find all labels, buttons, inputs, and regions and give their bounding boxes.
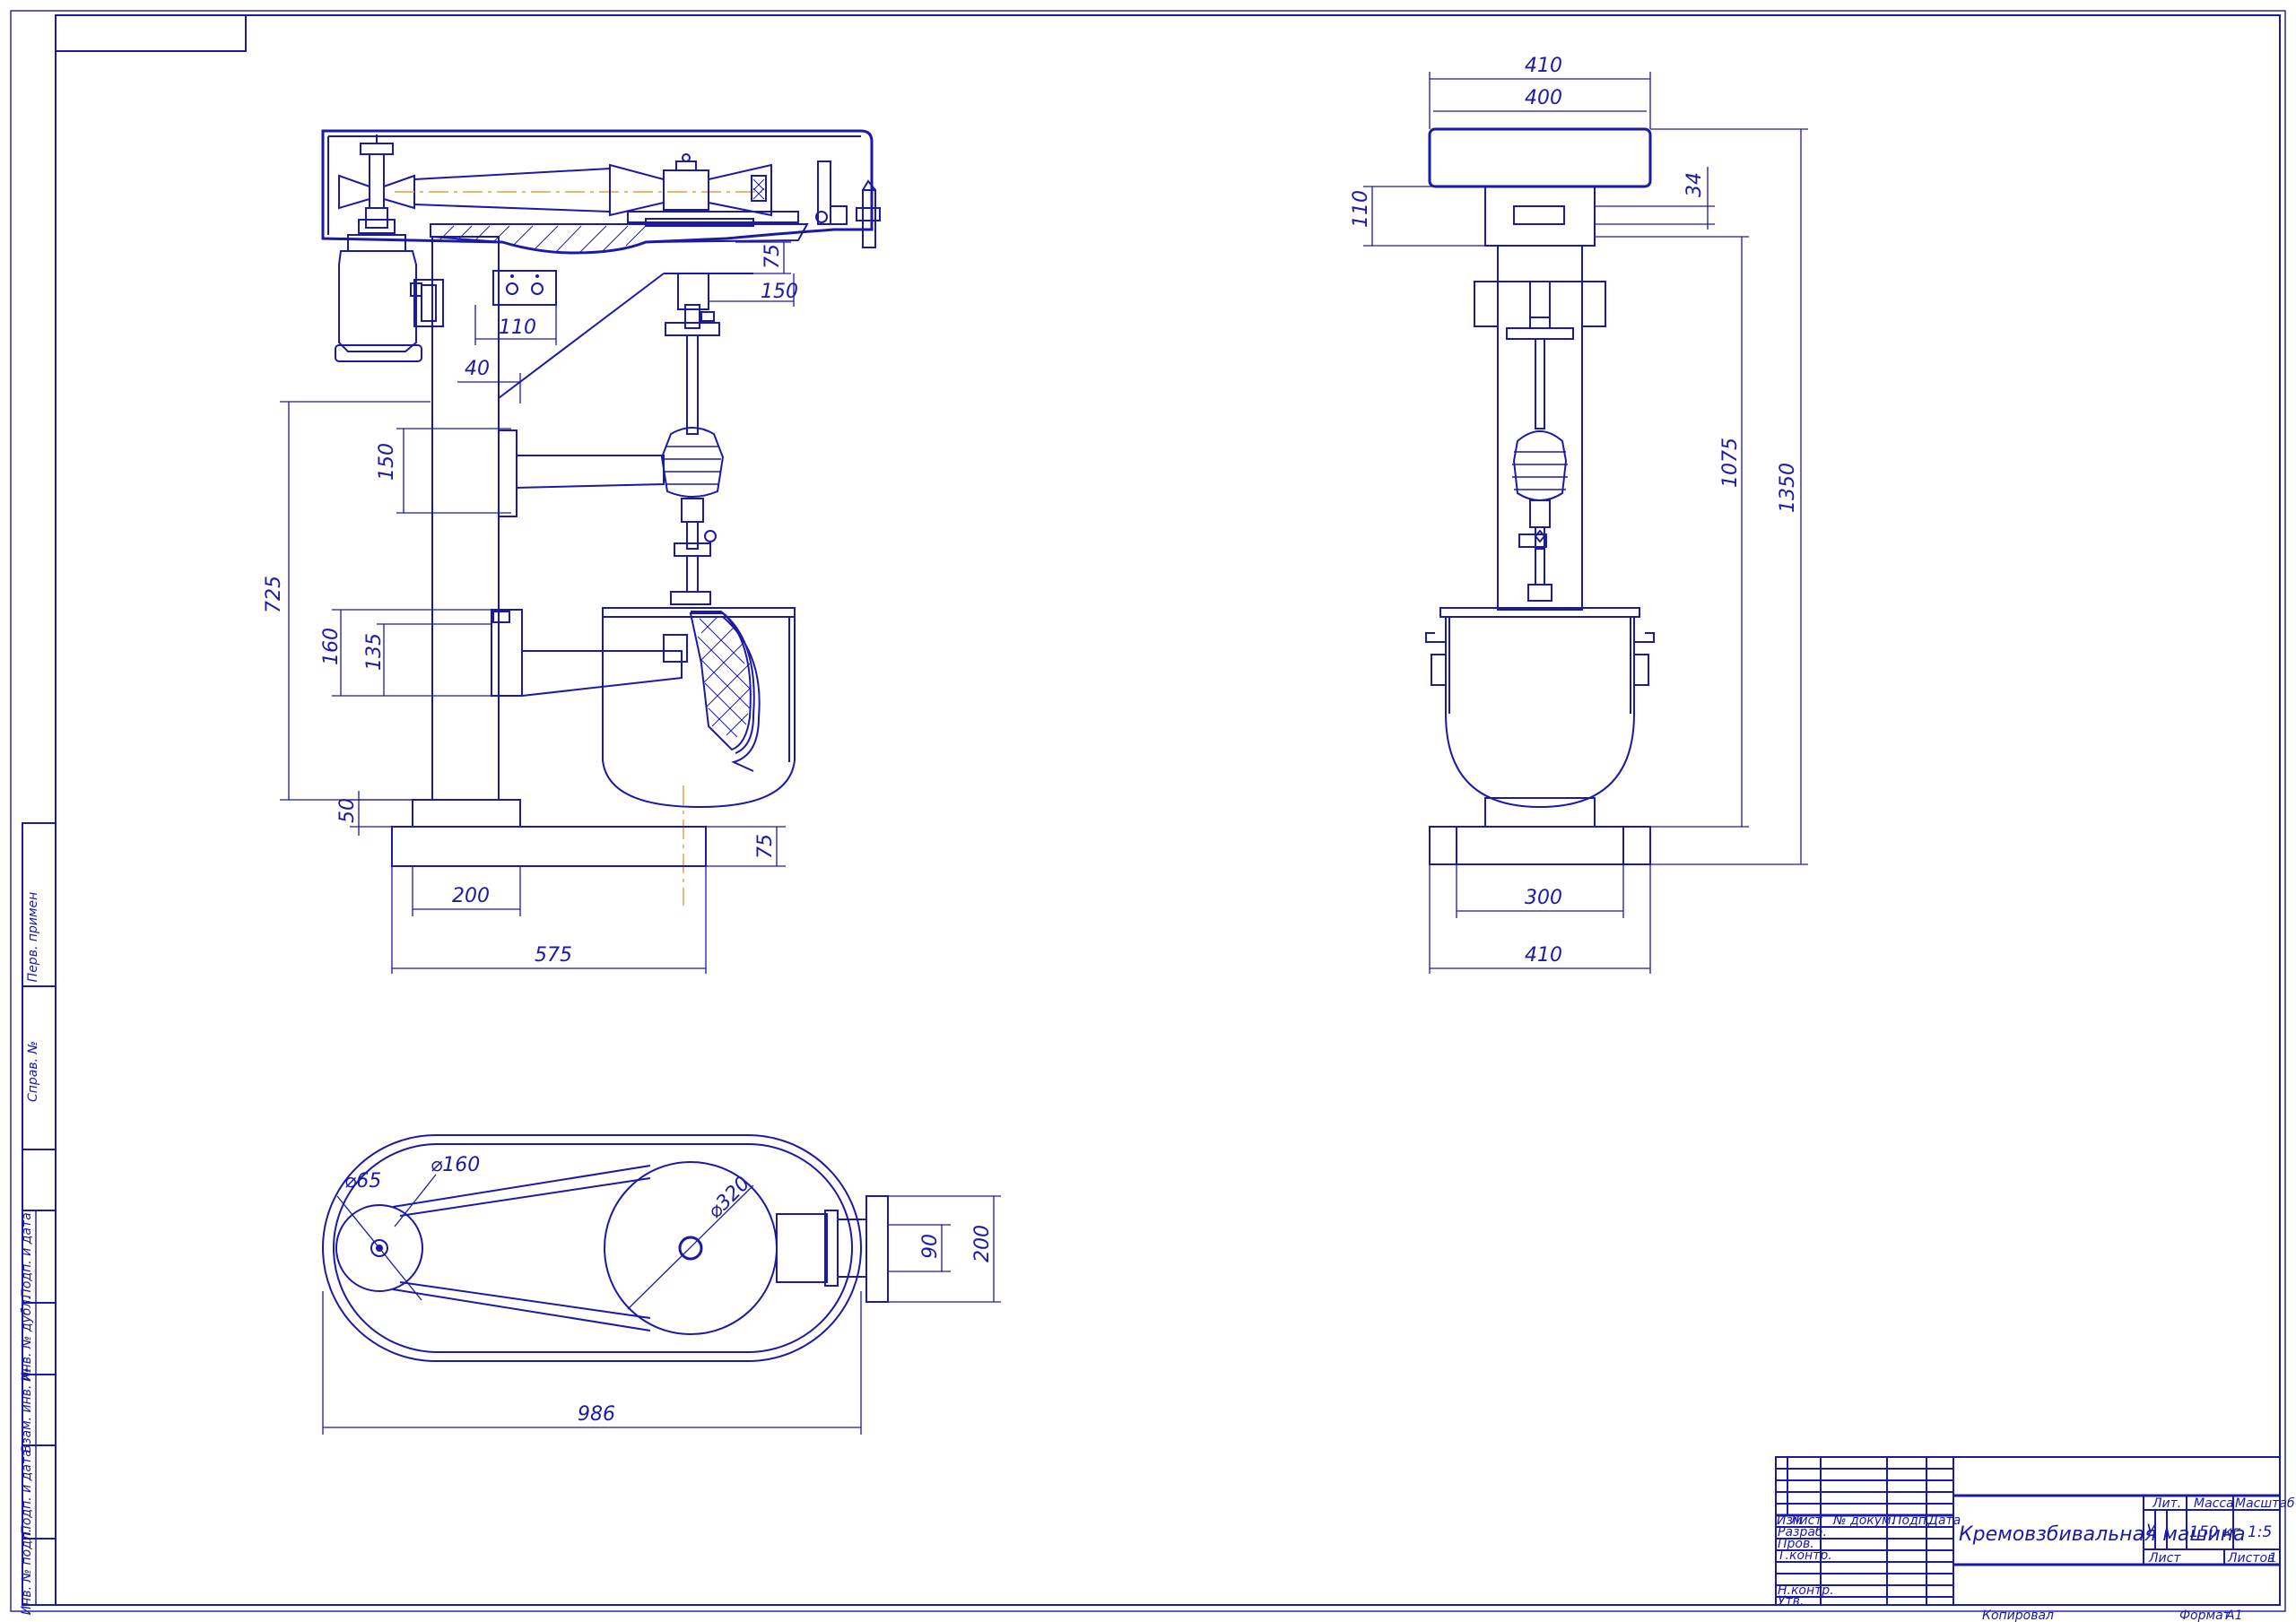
side-dimensions: 410 400 110 34 1075 1350 300 410 — [1350, 55, 1808, 974]
base-plate — [391, 826, 707, 867]
dim-plan-200: 200 — [971, 1225, 994, 1262]
dim-plan-90: 90 — [919, 1234, 942, 1259]
dim-front-50: 50 — [336, 798, 359, 823]
head-casting-hatch — [430, 223, 809, 255]
tb-sheets-value: 1 — [2269, 1551, 2277, 1566]
dim-front-575: 575 — [535, 944, 572, 967]
top-left-stamp-box — [55, 14, 247, 52]
big-pulley — [609, 153, 799, 227]
dim-front-110: 110 — [499, 317, 536, 339]
whisk-mesh — [689, 612, 752, 751]
dim-front-40: 40 — [465, 358, 490, 380]
dim-side-110: 110 — [1350, 190, 1372, 228]
stamp-sprav-no: Справ. № — [26, 1041, 40, 1102]
dim-side-410-bottom: 410 — [1525, 944, 1562, 967]
stamp-podp-data-2: Подп. и дата — [20, 1449, 34, 1534]
stamp-inv-podl: Инв. № подл. — [20, 1529, 34, 1616]
tb-col-podp: Подп. — [1892, 1514, 1930, 1528]
column-foot — [412, 799, 521, 828]
tb-sheet-label: Лист — [2148, 1551, 2181, 1566]
dim-front-200: 200 — [452, 885, 490, 907]
small-pulley — [338, 134, 415, 234]
tb-mass-value: 150 кг — [2189, 1523, 2240, 1541]
dim-side-1075: 1075 — [1719, 438, 1742, 488]
tb-role-tkontr: Т.контр. — [1778, 1548, 1832, 1563]
bowl — [602, 607, 796, 809]
tb-format-value: A1 — [2225, 1609, 2242, 1622]
tb-scale-label: Масштаб — [2235, 1496, 2295, 1511]
dim-side-34: 34 — [1683, 172, 1706, 197]
tb-role-utv: Утв. — [1778, 1594, 1804, 1609]
inner-frame — [55, 14, 2281, 1606]
dim-front-160: 160 — [320, 628, 343, 665]
control-panel — [492, 270, 557, 306]
plan-view: ⌀65 ⌀160 ⌀320 90 200 986 — [322, 1134, 1001, 1435]
stamp-vzam-inv: Взам. инв. № — [20, 1367, 34, 1453]
speed-lever — [815, 160, 881, 248]
dim-side-410-top: 410 — [1525, 55, 1562, 77]
tb-sheets-label: Листов — [2227, 1551, 2274, 1566]
dim-front-150-right: 150 — [761, 281, 798, 303]
motor — [335, 234, 422, 362]
side-base — [1429, 826, 1651, 865]
dim-front-725: 725 — [263, 576, 285, 613]
dim-front-150-left: 150 — [376, 443, 398, 481]
tb-scale-value: 1:5 — [2248, 1523, 2272, 1541]
side-head-housing — [1428, 127, 1652, 188]
tb-copied: Копировал — [1982, 1609, 2054, 1622]
dim-plan-d320: ⌀320 — [704, 1172, 755, 1223]
front-view: 75 150 110 40 150 725 160 135 50 75 200 … — [263, 129, 881, 974]
dim-side-1350: 1350 — [1777, 463, 1799, 513]
left-side-stamp: Перв. примен Справ. № Подп. и дата Инв. … — [20, 822, 57, 1616]
tb-col-data: Дата — [1927, 1514, 1961, 1528]
dim-plan-d160: ⌀160 — [430, 1154, 480, 1176]
dim-side-300: 300 — [1525, 887, 1562, 909]
dim-front-75-base: 75 — [754, 834, 777, 859]
side-view: 410 400 110 34 1075 1350 300 410 — [1350, 55, 1808, 974]
side-bowl — [1425, 607, 1655, 828]
tb-format-label: Формат — [2179, 1609, 2231, 1622]
dim-plan-d65: ⌀65 — [344, 1170, 381, 1193]
dim-plan-986: 986 — [578, 1403, 615, 1426]
stamp-perv-primen: Перв. примен — [26, 892, 40, 983]
plan-housing — [322, 1134, 862, 1362]
tb-lit-value: У — [2146, 1522, 2157, 1540]
side-column — [1497, 281, 1583, 611]
dim-front-135: 135 — [363, 633, 386, 671]
tb-mass-label: Масса — [2194, 1496, 2234, 1511]
whisk-spindle — [660, 273, 725, 605]
stamp-podp-data-1: Подп. и дата — [20, 1212, 34, 1297]
tb-col-docum: № докум. — [1832, 1514, 1895, 1528]
tb-lit-label: Лит. — [2152, 1496, 2181, 1511]
title-block: Изм Лист № докум. Подп. Дата Разраб. Про… — [1775, 1456, 2295, 1609]
dim-side-400: 400 — [1525, 87, 1562, 109]
assembly-drawing: Перв. примен Справ. № Подп. и дата Инв. … — [10, 10, 2295, 1622]
dim-front-75-top: 75 — [761, 244, 784, 269]
